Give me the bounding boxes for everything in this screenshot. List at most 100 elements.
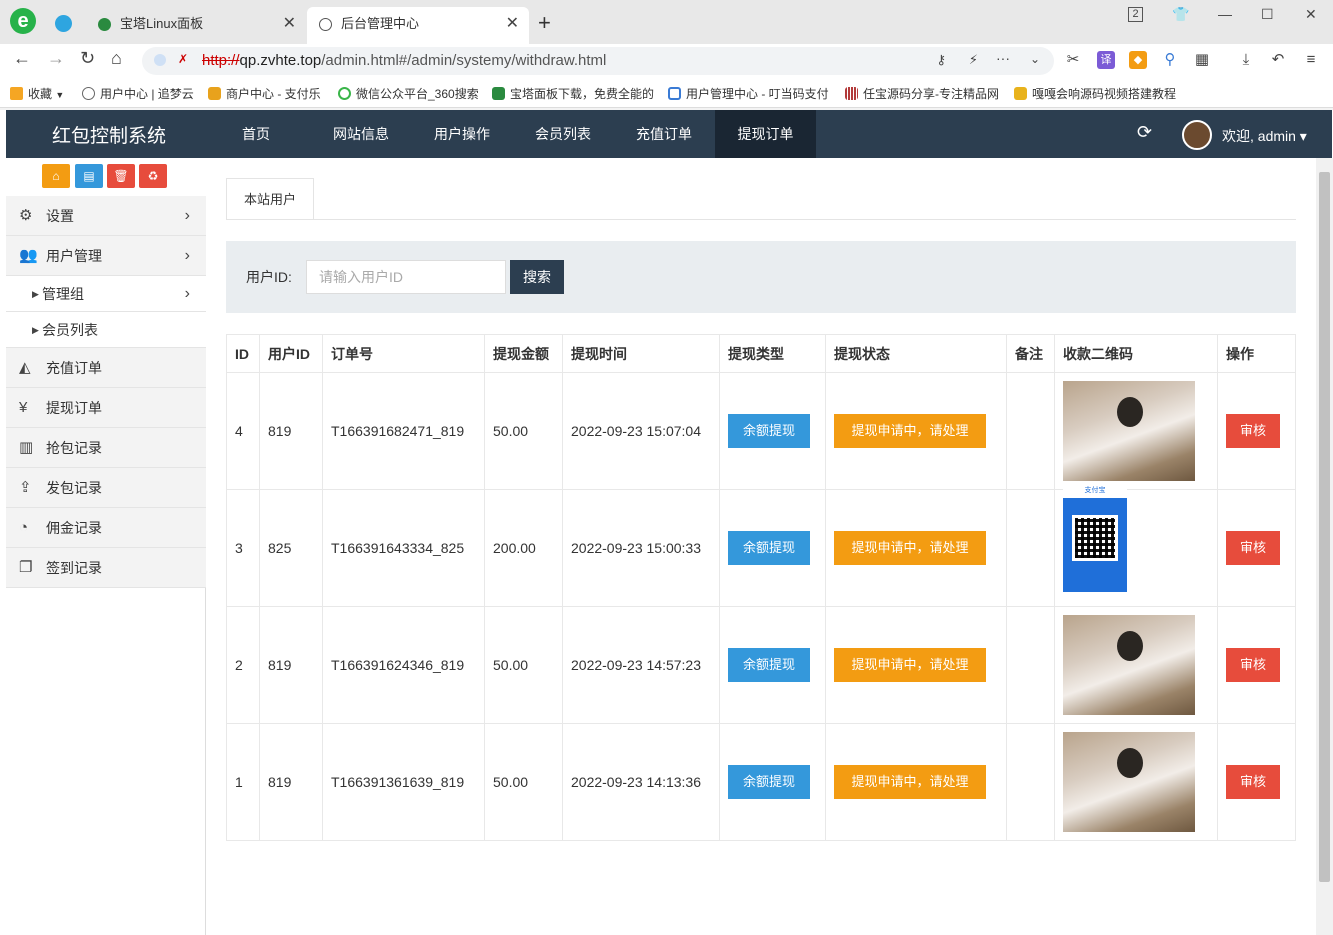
withdraw-status-button[interactable]: 提现申请中，请处理 [834,648,986,682]
apps-grid-icon[interactable]: ▦ [1193,51,1211,69]
bookmark-item[interactable]: 嘎嘎会响源码视频搭建教程 [1014,85,1176,102]
cell-status: 提现申请中，请处理 [825,372,1007,490]
document-icon[interactable]: ▤ [75,164,103,188]
bookmark-label: 收藏 [28,87,53,101]
table-row: 1 819 T166391361639_819 50.00 2022-09-23… [226,723,1296,841]
scrollbar[interactable] [1316,158,1333,935]
nav-user-ops[interactable]: 用户操作 [421,110,503,158]
new-tab-plus-icon[interactable]: + [538,10,551,36]
avatar[interactable] [1182,120,1212,150]
browser-logo-icon[interactable]: e [10,8,36,34]
audit-button[interactable]: 审核 [1226,648,1280,682]
sidebar-item-member-list[interactable]: ▶ 会员列表 [6,312,206,348]
scissors-icon[interactable]: ✂ [1064,51,1082,69]
nav-recharge-orders[interactable]: 充值订单 [623,110,705,158]
qr-photo-image[interactable] [1063,732,1195,832]
bookmark-item[interactable]: 微信公众平台_360搜索 [338,85,479,102]
bookmark-item[interactable]: 用户中心 | 追梦云 [82,85,194,102]
close-icon[interactable]: ✕ [283,7,296,41]
bookmark-favorites[interactable]: 收藏 ▼ [10,85,64,102]
sidebar-item-send-records[interactable]: ⇪ 发包记录 [6,468,206,508]
bookmark-item[interactable]: 任宝源码分享-专注精品网 [845,85,999,102]
withdraw-status-button[interactable]: 提现申请中，请处理 [834,414,986,448]
sidebar-item-grab-records[interactable]: ▥ 抢包记录 [6,428,206,468]
sidebar-item-admin-group[interactable]: ▶ 管理组 › [6,276,206,312]
sidebar-item-settings[interactable]: ⚙ 设置 › [6,196,206,236]
bookmark-item[interactable]: 宝塔面板下载，免费全能的 [492,85,654,102]
translate-icon[interactable]: 译 [1097,51,1115,69]
download-icon[interactable]: ⤓ [1237,51,1255,69]
tab-admin[interactable]: 后台管理中心 ✕ [307,7,529,44]
gears-icon: ⚙ [19,207,33,224]
audit-button[interactable]: 审核 [1226,531,1280,565]
lightning-icon[interactable]: ⚡ [969,52,978,68]
close-icon[interactable]: ✕ [506,7,519,41]
main-content: 本站用户 用户ID: 搜索 ID 用户ID 订单号 提现金额 提现时间 提现类型… [206,158,1316,935]
audit-button[interactable]: 审核 [1226,765,1280,799]
sidebar-item-user-management[interactable]: 👥 用户管理 › [6,236,206,276]
url-text[interactable]: http://qp.zvhte.top/admin.html#/admin/sy… [202,52,606,69]
shield-plugin-icon[interactable]: ◆ [1129,51,1147,69]
telegram-icon[interactable] [55,15,72,32]
window-count-badge[interactable]: 2 [1128,7,1143,22]
browser-chrome: e 宝塔Linux面板 ✕ 后台管理中心 ✕ + 2 👕 — ☐ ✕ ← → ↻… [0,0,1333,110]
trash-icon[interactable]: 🗑 [107,164,135,188]
withdraw-type-button[interactable]: 余额提现 [728,531,810,565]
forward-arrow-icon[interactable]: → [47,48,65,69]
refresh-icon[interactable]: ⟳ [1137,122,1152,143]
nav-withdraw-orders[interactable]: 提现订单 [715,110,816,158]
user-menu[interactable]: 欢迎, admin ▾ [1222,126,1307,146]
tab-bar: e 宝塔Linux面板 ✕ 后台管理中心 ✕ + 2 👕 — ☐ ✕ [0,0,1333,44]
sidebar-item-withdraw-orders[interactable]: ¥ 提现订单 [6,388,206,428]
scrollbar-thumb[interactable] [1319,172,1330,882]
insecure-lock-icon[interactable]: ✗ [178,52,188,66]
qr-photo-image[interactable] [1063,381,1195,481]
sidebar-item-recharge-orders[interactable]: ◭ 充值订单 [6,348,206,388]
sidebar-item-label: 签到记录 [46,560,102,576]
menu-icon[interactable]: ≡ [1302,51,1320,69]
shirt-icon[interactable]: 👕 [1172,6,1189,23]
withdraw-type-button[interactable]: 余额提现 [728,765,810,799]
recycle-icon[interactable]: ♻ [139,164,167,188]
tab-site-users[interactable]: 本站用户 [226,178,314,220]
withdraw-status-button[interactable]: 提现申请中，请处理 [834,531,986,565]
bookmark-item[interactable]: 用户管理中心 - 叮当码支付 [668,85,829,102]
bookmark-item[interactable]: 商户中心 - 支付乐 [208,85,321,102]
chevron-down-icon[interactable]: ⌄ [1030,52,1040,66]
qr-photo-image[interactable] [1063,615,1195,715]
url-field[interactable]: ✗ http://qp.zvhte.top/admin.html#/admin/… [142,47,1054,75]
brand-title[interactable]: 红包控制系统 [52,121,166,148]
minimize-icon[interactable]: — [1218,6,1232,22]
maximize-icon[interactable]: ☐ [1261,6,1274,23]
sidebar-item-checkin-records[interactable]: ❐ 签到记录 [6,548,206,588]
sidebar-item-label: 用户管理 [46,248,102,264]
withdraw-type-button[interactable]: 余额提现 [728,648,810,682]
globe-icon [319,18,332,31]
cell-action: 审核 [1217,372,1296,490]
more-icon[interactable]: ··· [996,50,1010,66]
withdraw-type-button[interactable]: 余额提现 [728,414,810,448]
site-info-icon[interactable] [154,54,166,66]
withdraw-status-button[interactable]: 提现申请中，请处理 [834,765,986,799]
reload-icon[interactable]: ↻ [80,48,95,69]
sidebar-item-commission-records[interactable]: ◔ 佣金记录 [6,508,206,548]
key-icon[interactable]: ⚷ [936,52,946,68]
cell-qr: 支付宝 [1054,484,1218,607]
home-outline-icon[interactable]: ⌂ [111,48,122,69]
search-button[interactable]: 搜索 [510,260,564,294]
star-icon [10,87,23,100]
undo-icon[interactable]: ↶ [1269,51,1287,69]
alipay-qr-image[interactable]: 支付宝 [1063,484,1127,592]
column-header: 提现状态 [825,334,1007,373]
tab-baota[interactable]: 宝塔Linux面板 ✕ [86,7,306,44]
audit-button[interactable]: 审核 [1226,414,1280,448]
window-close-icon[interactable]: ✕ [1305,6,1317,23]
back-arrow-icon[interactable]: ← [13,48,31,69]
magnifier-plugin-icon[interactable]: ⚲ [1161,51,1179,69]
nav-site-info[interactable]: 网站信息 [320,110,402,158]
home-icon[interactable]: ⌂ [42,164,70,188]
nav-home[interactable]: 首页 [220,110,292,158]
pie-chart-icon: ◔ [19,519,29,536]
user-id-input[interactable] [306,260,506,294]
nav-member-list[interactable]: 会员列表 [522,110,604,158]
